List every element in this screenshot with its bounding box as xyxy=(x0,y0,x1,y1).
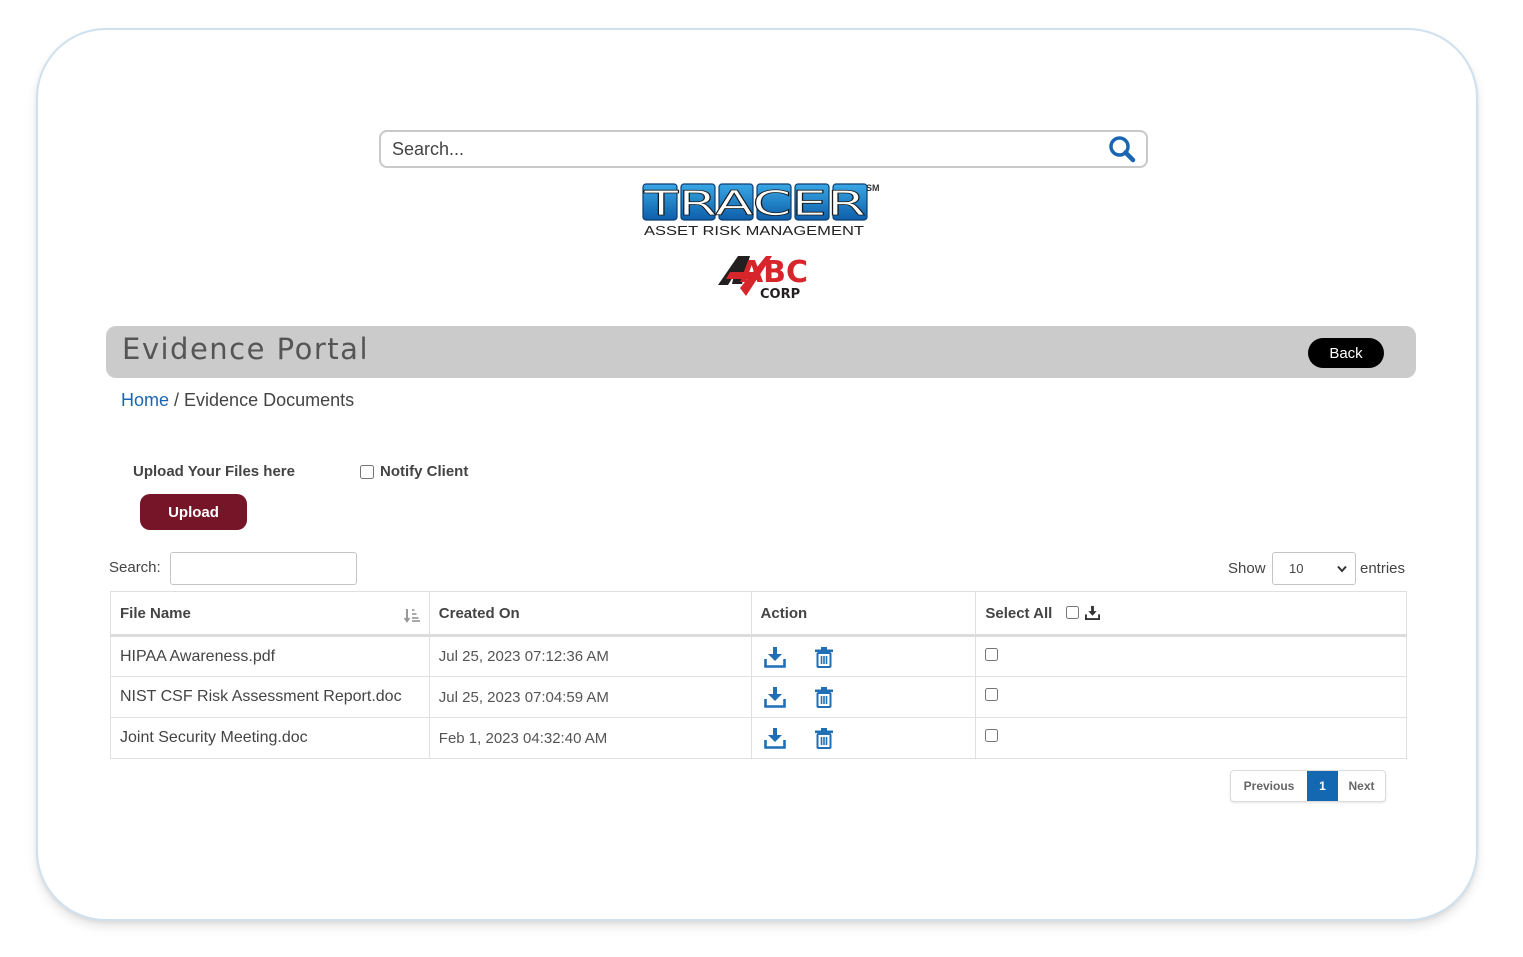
documents-table: File Name Created On Action Select All H… xyxy=(110,591,1407,759)
created-on-cell: Feb 1, 2023 04:32:40 AM xyxy=(428,717,752,759)
back-button[interactable]: Back xyxy=(1308,338,1384,368)
upload-button[interactable]: Upload xyxy=(140,494,247,530)
chevron-down-icon xyxy=(1337,565,1347,573)
row-select-checkbox[interactable] xyxy=(985,729,999,742)
file-name-cell: NIST CSF Risk Assessment Report.doc xyxy=(110,676,430,718)
tracer-logo: TRACER SM ASSET RISK MANAGEMENT xyxy=(642,183,880,238)
notify-client-checkbox[interactable] xyxy=(360,464,374,479)
page-size-select[interactable]: 10 xyxy=(1272,552,1356,585)
select-cell xyxy=(975,635,1407,677)
column-header-select-all: Select All xyxy=(975,591,1407,637)
download-icon[interactable] xyxy=(763,727,786,749)
trash-icon[interactable] xyxy=(814,686,834,708)
table-row: HIPAA Awareness.pdf Jul 25, 2023 07:12:3… xyxy=(110,635,1407,677)
tracer-logo-tagline: ASSET RISK MANAGEMENT xyxy=(644,223,864,238)
upload-files-label: Upload Your Files here xyxy=(133,463,295,480)
action-cell xyxy=(750,676,977,718)
table-row: Joint Security Meeting.doc Feb 1, 2023 0… xyxy=(110,717,1407,759)
breadcrumb-home-link[interactable]: Home xyxy=(121,390,169,410)
action-header-label: Action xyxy=(760,604,808,622)
download-selected-icon[interactable] xyxy=(1085,605,1101,620)
created-on-header-label: Created On xyxy=(438,604,520,622)
select-all-checkbox[interactable] xyxy=(1066,605,1080,619)
trash-icon[interactable] xyxy=(814,727,834,749)
select-cell xyxy=(975,676,1407,718)
column-header-created-on[interactable]: Created On xyxy=(428,591,752,637)
row-select-checkbox[interactable] xyxy=(985,688,999,701)
show-label: Show xyxy=(1228,560,1266,577)
search-icon[interactable] xyxy=(1108,135,1136,163)
table-search-label: Search: xyxy=(109,559,161,576)
created-on-cell: Jul 25, 2023 07:04:59 AM xyxy=(428,676,752,718)
action-cell xyxy=(750,635,977,677)
file-name-cell: HIPAA Awareness.pdf xyxy=(110,635,430,677)
table-header-row: File Name Created On Action Select All xyxy=(110,591,1407,637)
pagination: Previous 1 Next xyxy=(1230,770,1386,802)
previous-page-button[interactable]: Previous xyxy=(1231,771,1307,801)
global-search-input[interactable] xyxy=(392,135,1092,163)
breadcrumb: Home / Evidence Documents xyxy=(121,390,354,411)
table-search-input[interactable] xyxy=(170,552,357,585)
page-size-value: 10 xyxy=(1289,561,1304,576)
row-select-checkbox[interactable] xyxy=(985,647,999,661)
breadcrumb-separator: / xyxy=(169,390,185,410)
page-1-button[interactable]: 1 xyxy=(1307,771,1338,801)
abc-logo-subtext: CORP xyxy=(760,287,800,302)
notify-client-option[interactable]: Notify Client xyxy=(358,463,468,480)
tracer-logo-superscript: SM xyxy=(866,183,880,193)
file-name-cell: Joint Security Meeting.doc xyxy=(110,717,430,759)
notify-client-label: Notify Client xyxy=(380,463,469,480)
table-row: NIST CSF Risk Assessment Report.doc Jul … xyxy=(110,676,1407,718)
abc-logo-text: ABC xyxy=(740,255,808,290)
portal-banner: Evidence Portal xyxy=(106,326,1416,378)
column-header-action: Action xyxy=(750,591,977,637)
abc-corp-logo: ABC CORP xyxy=(718,255,808,302)
action-cell xyxy=(750,717,977,759)
download-icon[interactable] xyxy=(763,686,786,708)
trash-icon[interactable] xyxy=(814,646,834,668)
page-title: Evidence Portal xyxy=(122,332,369,366)
created-on-cell: Jul 25, 2023 07:12:36 AM xyxy=(428,635,752,677)
download-icon[interactable] xyxy=(763,646,786,668)
file-name-header-label: File Name xyxy=(120,604,191,622)
select-all-label: Select All xyxy=(985,604,1053,622)
global-search-box xyxy=(379,130,1148,168)
entries-label: entries xyxy=(1360,560,1406,577)
tracer-logo-text: TRACER xyxy=(642,184,866,224)
sort-icon[interactable] xyxy=(403,607,420,623)
breadcrumb-current: Evidence Documents xyxy=(184,390,355,410)
select-cell xyxy=(975,717,1407,759)
column-header-file-name[interactable]: File Name xyxy=(110,591,430,637)
next-page-button[interactable]: Next xyxy=(1338,771,1385,801)
